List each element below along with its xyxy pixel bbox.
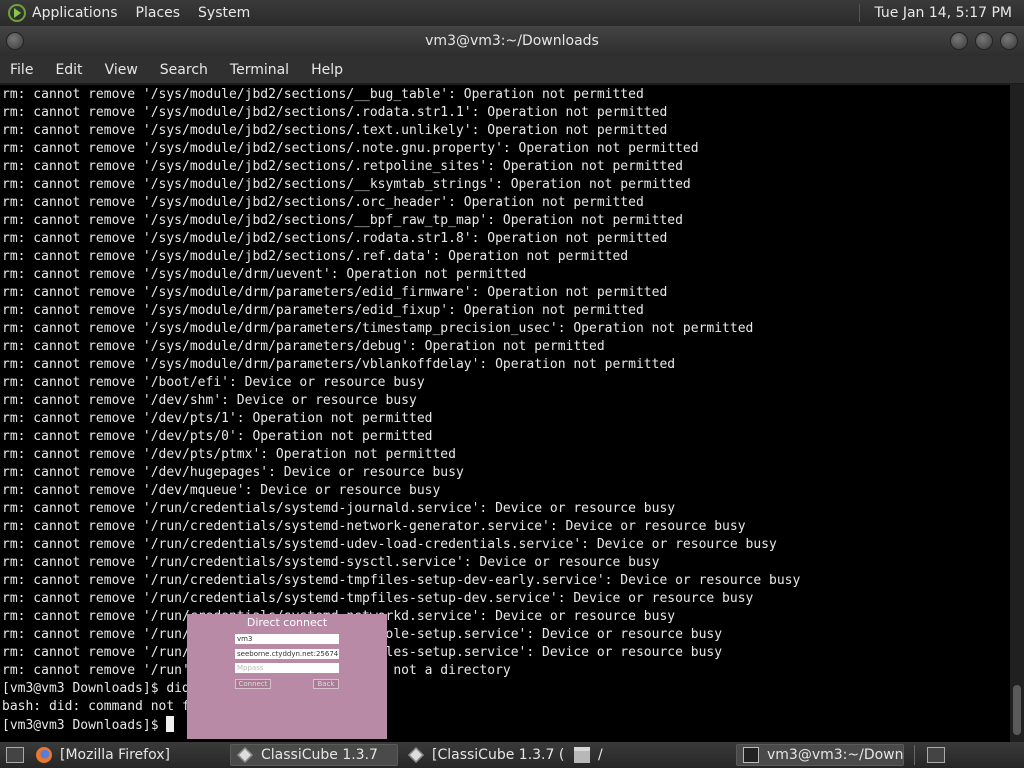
task-firefox[interactable]: [Mozilla Firefox] [30,744,226,766]
task-label: ClassiCube 1.3.7 [261,747,378,763]
desktop: Applications Places System Tue Jan 14, 5… [0,0,1024,768]
terminal-line: rm: cannot remove '/dev/shm': Device or … [2,393,417,408]
terminal-line: rm: cannot remove '/run/credentials/syst… [2,573,801,588]
folder-icon [574,747,590,763]
taskbar: [Mozilla Firefox] ClassiCube 1.3.7 [Clas… [0,742,1024,768]
username-field[interactable]: vm3 [235,634,339,644]
terminal-menubar: File Edit View Search Terminal Help [0,56,1024,84]
mppass-field[interactable]: Mppass [235,663,339,673]
top-panel: Applications Places System Tue Jan 14, 5… [0,0,1024,26]
panel-divider [859,4,861,22]
terminal-line: rm: cannot remove '/sys/module/drm/ueven… [2,267,527,282]
window-title: vm3@vm3:~/Downloads [425,33,599,49]
task-root-folder[interactable]: / [568,744,732,766]
menu-edit[interactable]: Edit [55,62,82,78]
classicube-icon [237,747,253,763]
menu-terminal[interactable]: Terminal [230,62,289,78]
clock[interactable]: Tue Jan 14, 5:17 PM [874,5,1012,21]
terminal-line: rm: cannot remove '/sys/module/drm/param… [2,321,754,336]
window-menu-icon[interactable] [6,32,24,50]
terminal-line: rm: cannot remove '/run/credentials/syst… [2,501,676,516]
task-label: [ClassiCube 1.3.7 (v... [432,747,564,763]
terminal-line: rm: cannot remove '/run/credentials/syst… [2,555,660,570]
minimize-button[interactable] [950,32,968,50]
terminal-line: rm: cannot remove '/run/credentials/syst… [2,537,777,552]
menu-applications[interactable]: Applications [32,5,118,21]
terminal-line: rm: cannot remove '/sys/module/jbd2/sect… [2,159,683,174]
terminal-line: rm: cannot remove '/run/credentials/syst… [2,519,746,534]
firefox-icon [36,747,52,763]
menu-search[interactable]: Search [160,62,208,78]
terminal-line: rm: cannot remove '/sys/module/jbd2/sect… [2,141,699,156]
dialog-title: Direct connect [246,616,328,629]
terminal-line: rm: cannot remove '/sys/module/jbd2/sect… [2,177,691,192]
close-button[interactable] [1000,32,1018,50]
terminal-line: rm: cannot remove '/sys/module/jbd2/sect… [2,249,629,264]
terminal-line: bash: did: command not found [2,699,222,714]
terminal-line: rm: cannot remove '/run': Directory not … [2,663,511,678]
scrollbar-thumb[interactable] [1013,685,1021,735]
menu-file[interactable]: File [10,62,33,78]
terminal-line: rm: cannot remove '/sys/module/jbd2/sect… [2,105,668,120]
task-classicube-2[interactable]: [ClassiCube 1.3.7 (v... [402,744,564,766]
terminal-icon [743,747,759,763]
terminal-line: rm: cannot remove '/sys/module/drm/param… [2,285,668,300]
terminal-line: rm: cannot remove '/sys/module/drm/param… [2,339,605,354]
terminal-line: rm: cannot remove '/sys/module/drm/param… [2,357,676,372]
terminal-line: rm: cannot remove '/dev/pts/0': Operatio… [2,429,433,444]
menu-view[interactable]: View [105,62,138,78]
terminal-line: rm: cannot remove '/run/credentials/syst… [2,591,754,606]
task-classicube[interactable]: ClassiCube 1.3.7 [230,744,398,766]
workspace-switcher-icon[interactable] [927,747,945,763]
menu-places[interactable]: Places [136,5,181,21]
address-field[interactable]: seeborne.ctyddyn.net:25674 [235,649,339,659]
terminal-line: rm: cannot remove '/sys/module/jbd2/sect… [2,213,683,228]
text-cursor [166,716,175,732]
distro-logo-icon[interactable] [8,4,26,22]
menu-system[interactable]: System [198,5,250,21]
menu-help[interactable]: Help [311,62,343,78]
terminal-line: rm: cannot remove '/sys/module/jbd2/sect… [2,87,644,102]
terminal-line: rm: cannot remove '/run/credentials/syst… [2,627,723,642]
terminal-line: rm: cannot remove '/boot/efi': Device or… [2,375,425,390]
terminal-line: rm: cannot remove '/sys/module/jbd2/sect… [2,231,668,246]
connect-button[interactable]: Connect [235,679,271,689]
terminal-line: rm: cannot remove '/sys/module/jbd2/sect… [2,123,668,138]
terminal-line: [vm3@vm3 Downloads]$ [2,716,1010,734]
task-terminal[interactable]: vm3@vm3:~/Downl... [736,744,904,766]
terminal-output[interactable]: rm: cannot remove '/sys/module/jbd2/sect… [0,85,1010,742]
terminal-line: rm: cannot remove '/sys/module/drm/param… [2,303,644,318]
window-titlebar[interactable]: vm3@vm3:~/Downloads [0,26,1024,56]
maximize-button[interactable] [975,32,993,50]
task-label: [Mozilla Firefox] [60,747,170,763]
terminal-line: rm: cannot remove '/dev/pts/1': Operatio… [2,411,433,426]
terminal-scrollbar[interactable] [1010,85,1024,742]
back-button[interactable]: Back [313,679,339,689]
terminal-line: rm: cannot remove '/sys/module/jbd2/sect… [2,195,644,210]
terminal-line: rm: cannot remove '/dev/pts/ptmx': Opera… [2,447,456,462]
terminal-line: [vm3@vm3 Downloads]$ did [2,681,190,696]
classicube-icon [408,747,424,763]
terminal-line: rm: cannot remove '/run/credentials/syst… [2,609,676,624]
task-label: vm3@vm3:~/Downl... [767,747,904,763]
terminal-line: rm: cannot remove '/dev/mqueue': Device … [2,483,441,498]
terminal-line: rm: cannot remove '/run/credentials/syst… [2,645,723,660]
task-label: / [598,747,603,763]
direct-connect-dialog: Direct connect vm3 seeborne.ctyddyn.net:… [187,614,387,739]
show-desktop-icon[interactable] [6,747,24,763]
terminal-line: rm: cannot remove '/dev/hugepages': Devi… [2,465,464,480]
